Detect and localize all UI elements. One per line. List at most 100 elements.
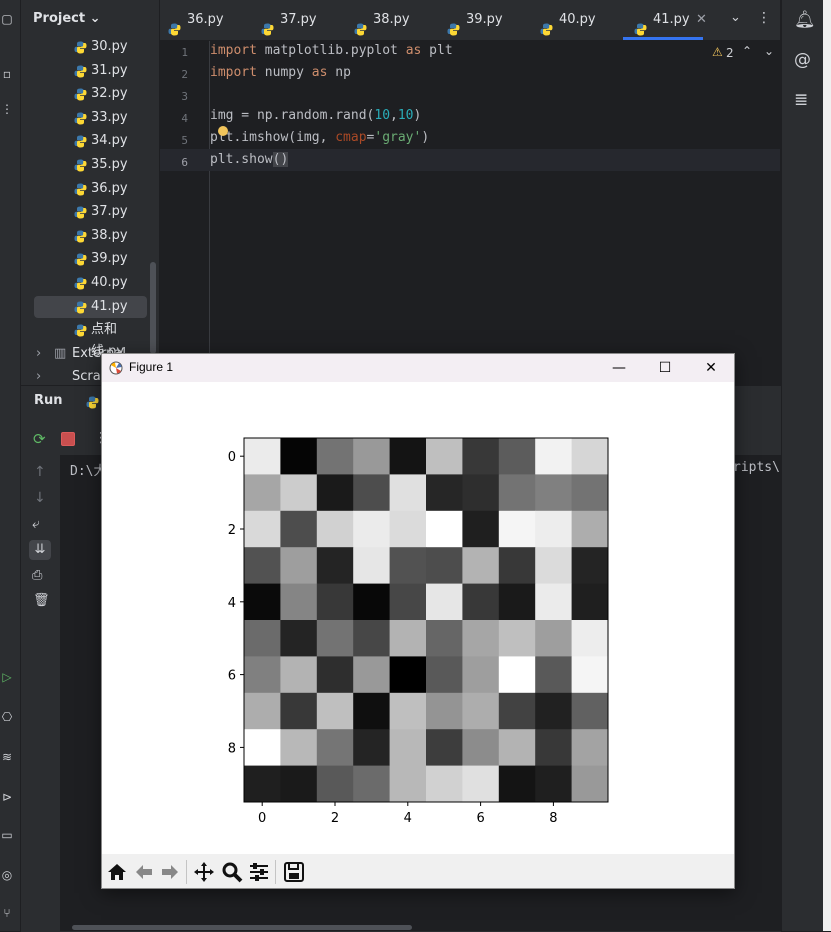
layers-icon[interactable]: ≋ (0, 750, 14, 764)
figure-window[interactable]: Figure 1 — ☐ ✕ 0 2 4 6 8 0 2 4 6 8 (101, 353, 735, 889)
clear-all-icon[interactable]: 🗑︎ (33, 593, 50, 608)
inspection-count[interactable]: 2 (726, 46, 734, 60)
tab-more-icon[interactable]: ⋮ (757, 10, 771, 26)
heatmap-cell (316, 692, 354, 730)
forward-icon[interactable] (159, 861, 181, 883)
plot-canvas[interactable]: 0 2 4 6 8 0 2 4 6 8 (102, 382, 734, 854)
heatmap-cell (426, 656, 463, 694)
previous-highlight-icon[interactable]: ⌃ (742, 44, 752, 58)
python-file-icon (74, 205, 87, 219)
python-file-icon (74, 87, 87, 101)
intention-bulb-icon[interactable] (218, 126, 228, 136)
project-file-label: 41.py (91, 298, 128, 314)
project-title[interactable]: Project ⌄ (33, 11, 101, 26)
project-file-item[interactable]: 38.py (34, 225, 147, 247)
heatmap-cell (244, 656, 281, 694)
editor-tab[interactable]: 37.py (253, 0, 343, 40)
python-packages-icon[interactable]: ⎔ (0, 710, 14, 724)
inspection-warning-icon[interactable]: ⚠ (712, 45, 723, 59)
project-file-item[interactable]: 点和线.py (34, 319, 147, 359)
figure-titlebar[interactable]: Figure 1 — ☐ ✕ (102, 354, 734, 382)
services-icon[interactable]: ⊳ (0, 790, 14, 804)
project-file-item[interactable]: 30.py (34, 36, 147, 58)
back-icon[interactable] (133, 861, 155, 883)
run-tool-icon[interactable]: ▷ (0, 670, 14, 684)
soft-wrap-icon[interactable]: ⤶ (32, 516, 40, 532)
x-tick-label: 4 (404, 811, 412, 826)
project-file-item[interactable]: 37.py (34, 201, 147, 223)
heatmap-cell (280, 656, 318, 694)
maximize-icon[interactable]: ☐ (642, 354, 688, 382)
project-file-item[interactable]: 32.py (34, 83, 147, 105)
heatmap-cell (426, 547, 463, 584)
project-file-label: 39.py (91, 251, 128, 267)
commit-icon[interactable]: ▫ (0, 67, 14, 81)
project-scrollbar[interactable] (150, 262, 156, 354)
project-file-item[interactable]: 40.py (34, 272, 147, 294)
code-line-4[interactable]: img = np.random.rand(10,10) (210, 108, 421, 123)
editor-tab[interactable]: 39.py (439, 0, 529, 40)
console-horizontal-scrollbar[interactable] (72, 925, 412, 930)
editor-tab[interactable]: 38.py (346, 0, 436, 40)
rerun-icon[interactable]: ⟳ (33, 430, 46, 448)
next-highlight-icon[interactable]: ⌄ (764, 44, 774, 58)
heatmap-cell (353, 438, 390, 475)
code-line-2[interactable]: import numpy as np (210, 65, 351, 80)
run-config-python-icon[interactable] (86, 394, 99, 409)
scroll-down-icon[interactable]: ↓ (34, 490, 46, 506)
project-file-item[interactable]: 34.py (34, 130, 147, 152)
heatmap-cell (498, 765, 536, 803)
terminal-icon[interactable]: ▭ (0, 828, 14, 842)
console-output-end: ripts\ (733, 460, 780, 475)
pan-icon[interactable] (193, 861, 215, 883)
project-file-item[interactable]: 35.py (34, 154, 147, 176)
heatmap-cell (280, 729, 318, 766)
notifications-icon[interactable]: 🔔︎ (794, 10, 816, 30)
save-icon[interactable] (283, 861, 305, 883)
heatmap-cell (498, 656, 536, 694)
more-tools-icon[interactable]: ⋮ (0, 102, 14, 116)
stop-icon[interactable] (61, 432, 75, 446)
configure-icon[interactable] (248, 861, 270, 883)
editor-tab[interactable]: 36.py (160, 0, 250, 40)
heatmap-cell (316, 510, 354, 548)
code-line-1[interactable]: import matplotlib.pyplot as plt (210, 43, 453, 58)
code-line-5[interactable]: plt.imshow(img, cmap='gray') (210, 130, 429, 145)
heatmap-cell (426, 510, 463, 548)
project-file-item[interactable]: 33.py (34, 107, 147, 129)
python-file-icon (74, 182, 87, 196)
tab-close-icon[interactable]: ✕ (696, 12, 707, 27)
code-editor[interactable] (209, 41, 781, 385)
heatmap-cell (353, 765, 390, 803)
heatmap-cell (535, 510, 572, 548)
run-panel-title[interactable]: Run (34, 393, 63, 408)
git-icon[interactable]: ⑂ (0, 906, 14, 920)
project-file-item[interactable]: 39.py (34, 248, 147, 270)
heatmap-cell (353, 474, 390, 512)
code-line-6[interactable]: plt.show() (210, 152, 289, 167)
heatmap-cell (389, 438, 427, 475)
scroll-up-icon[interactable]: ↑ (34, 464, 46, 480)
print-icon[interactable]: ⎙ (32, 568, 42, 583)
heatmap-cell (535, 656, 572, 694)
expand-chevron-icon[interactable]: › (36, 343, 41, 363)
problems-icon[interactable]: ◎ (0, 868, 14, 882)
project-file-item[interactable]: 31.py (34, 60, 147, 82)
project-view-icon[interactable]: ▢ (0, 12, 14, 26)
heatmap-cell (535, 765, 572, 803)
minimize-icon[interactable]: — (596, 354, 642, 382)
close-icon[interactable]: ✕ (688, 354, 734, 382)
tab-list-chevron-icon[interactable]: ⌄ (730, 10, 741, 25)
heatmap-cell (426, 474, 463, 512)
database-icon[interactable]: ≣ (794, 90, 808, 110)
project-file-item[interactable]: 36.py (34, 178, 147, 200)
project-file-item[interactable]: 41.py (34, 295, 147, 318)
scroll-to-end-icon[interactable]: ⇊ (29, 540, 51, 560)
heatmap-cell (462, 583, 500, 621)
ai-assistant-icon[interactable]: @ (794, 50, 811, 70)
editor-tab[interactable]: 40.py (532, 0, 622, 40)
expand-chevron-icon[interactable]: › (36, 366, 41, 384)
home-icon[interactable] (106, 861, 128, 883)
heatmap-cell (426, 765, 463, 803)
zoom-icon[interactable] (221, 861, 243, 883)
